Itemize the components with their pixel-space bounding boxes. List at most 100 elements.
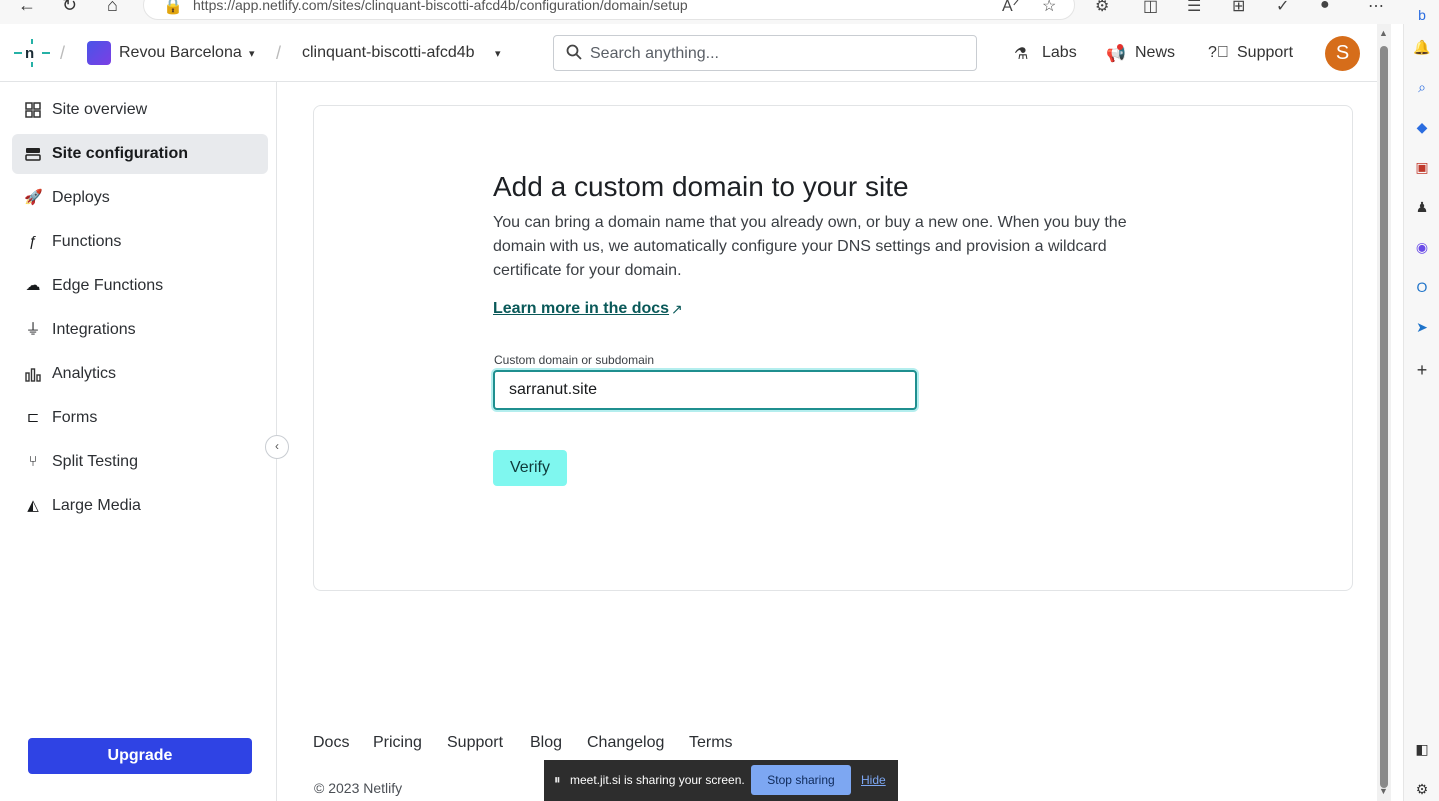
config-icon — [25, 148, 41, 161]
toolbox-icon[interactable]: ▣ — [1411, 156, 1433, 178]
back-icon[interactable]: ← — [18, 0, 36, 16]
help-circle-icon: ?⃝ — [1208, 44, 1229, 61]
sidebar-item-label: Analytics — [52, 365, 117, 382]
collections-icon[interactable]: ⊞ — [1232, 0, 1245, 16]
collapse-sidebar-button[interactable]: ‹ — [265, 435, 289, 459]
search-input[interactable]: Search anything... — [590, 45, 719, 63]
lock-icon: 🔒 — [163, 0, 183, 15]
sidebar-item-site-overview[interactable]: Site overview — [12, 90, 268, 130]
sidebar-toggle-icon[interactable]: ◧ — [1411, 738, 1433, 760]
hide-share-bar-link[interactable]: Hide — [861, 773, 886, 787]
sidebar-item-label: Deploys — [52, 189, 110, 206]
sidebar-item-label: Split Testing — [52, 453, 138, 470]
footer-link-terms[interactable]: Terms — [689, 734, 733, 752]
sidebar-item-integrations[interactable]: ⏚ Integrations — [12, 310, 268, 350]
page-description: You can bring a domain name that you alr… — [493, 214, 1127, 279]
send-icon[interactable]: ➤ — [1411, 316, 1433, 338]
url-text[interactable]: https://app.netlify.com/sites/clinquant-… — [193, 0, 688, 13]
footer-link-blog[interactable]: Blog — [530, 734, 562, 752]
docs-link[interactable]: Learn more in the docs — [493, 300, 669, 318]
search-icon[interactable]: ⌕ — [1411, 76, 1433, 98]
screen-share-bar: ⏸ meet.jit.si is sharing your screen. St… — [544, 760, 898, 801]
plug-icon: ⏚ — [25, 321, 41, 338]
scroll-thumb[interactable] — [1380, 46, 1388, 788]
tag-icon[interactable]: ◆ — [1411, 116, 1433, 138]
site-sidebar: Site overview Site configuration 🚀 Deplo… — [0, 82, 277, 801]
stop-sharing-button[interactable]: Stop sharing — [751, 765, 851, 795]
games-icon[interactable]: ♟ — [1411, 196, 1433, 218]
footer-link-support[interactable]: Support — [447, 734, 503, 752]
netlify-logo-icon[interactable]: n — [14, 39, 50, 67]
site-selector[interactable]: clinquant-biscotti-afcd4b — [302, 44, 475, 62]
chart-icon — [25, 368, 41, 382]
news-link[interactable]: News — [1135, 44, 1175, 62]
labs-link[interactable]: Labs — [1042, 44, 1077, 62]
user-avatar[interactable]: S — [1325, 36, 1360, 71]
home-icon[interactable]: ⌂ — [107, 0, 118, 16]
scrollbar[interactable]: ▲ ▼ — [1377, 24, 1391, 801]
grid-icon — [25, 102, 41, 118]
team-selector[interactable]: Revou Barcelona — [119, 44, 242, 62]
sidebar-item-split-testing[interactable]: ⑂ Split Testing — [12, 442, 268, 482]
add-icon[interactable]: + — [1411, 359, 1433, 381]
support-link[interactable]: Support — [1237, 44, 1293, 62]
domain-input[interactable] — [493, 370, 917, 410]
verify-button[interactable]: Verify — [493, 450, 567, 486]
profile-icon[interactable]: ● — [1320, 0, 1330, 14]
media-icon: ◭ — [27, 497, 39, 514]
copilot-icon[interactable]: b — [1411, 4, 1433, 26]
more-menu-icon[interactable]: ⋯ — [1368, 0, 1384, 16]
svg-text:n: n — [25, 45, 34, 62]
copyright: © 2023 Netlify — [314, 780, 403, 796]
read-aloud-icon[interactable]: Aᐟ — [1002, 0, 1019, 16]
news-notification-dot — [1117, 44, 1123, 50]
footer-link-pricing[interactable]: Pricing — [373, 734, 422, 752]
flask-icon: ⚗ — [1014, 46, 1029, 63]
extensions-icon[interactable]: ⚙ — [1095, 0, 1109, 16]
sidebar-item-label: Edge Functions — [52, 277, 164, 294]
sidebar-item-functions[interactable]: ƒ Functions — [12, 222, 268, 262]
favorites-icon[interactable]: ☰ — [1187, 0, 1201, 16]
sidebar-item-label: Functions — [52, 233, 122, 250]
chevron-down-icon[interactable]: ▾ — [249, 47, 255, 60]
external-link-icon: ↗ — [671, 301, 683, 317]
team-avatar[interactable] — [87, 41, 111, 65]
settings-gear-icon[interactable]: ⚙ — [1411, 778, 1433, 800]
performance-icon[interactable]: ✓ — [1276, 0, 1289, 16]
split-screen-icon[interactable]: ◫ — [1143, 0, 1158, 16]
chevron-left-icon: ‹ — [275, 439, 279, 453]
outlook-icon[interactable]: O — [1411, 276, 1433, 298]
favorite-star-icon[interactable]: ☆ — [1042, 0, 1056, 16]
edge-function-icon: ☁ — [25, 277, 41, 294]
sidebar-item-label: Forms — [52, 409, 98, 426]
reload-icon[interactable]: ↻ — [62, 0, 77, 16]
scroll-down-icon[interactable]: ▼ — [1379, 786, 1388, 796]
chevron-down-icon[interactable]: ▾ — [495, 47, 501, 60]
browser-toolbar: ← ↻ ⌂ 🔒 https://app.netlify.com/sites/cl… — [0, 0, 1439, 24]
search-box[interactable]: Search anything... — [553, 35, 977, 71]
sidebar-item-large-media[interactable]: ◭ Large Media — [12, 486, 268, 526]
page-title: Add a custom domain to your site — [493, 171, 909, 202]
browser-sidebar: b 🔔 ⌕ ◆ ▣ ♟ ◉ O ➤ + ◧ ⚙ — [1403, 7, 1439, 801]
sidebar-item-analytics[interactable]: Analytics — [12, 354, 268, 394]
footer-link-docs[interactable]: Docs — [313, 734, 349, 752]
sidebar-item-deploys[interactable]: 🚀 Deploys — [12, 178, 268, 218]
app-header: n / Revou Barcelona ▾ / clinquant-biscot… — [0, 24, 1377, 82]
sidebar-item-edge-functions[interactable]: ☁ Edge Functions — [12, 266, 268, 306]
scroll-up-icon[interactable]: ▲ — [1379, 28, 1388, 38]
pause-icon: ⏸ — [554, 772, 561, 787]
sidebar-item-site-configuration[interactable]: Site configuration — [12, 134, 268, 174]
domain-field-label: Custom domain or subdomain — [494, 353, 655, 367]
split-icon: ⑂ — [28, 453, 38, 470]
footer-link-changelog[interactable]: Changelog — [587, 734, 664, 752]
sidebar-item-forms[interactable]: ⊏ Forms — [12, 398, 268, 438]
sidebar-item-label: Integrations — [52, 321, 136, 338]
function-icon: ƒ — [28, 233, 38, 250]
office-icon[interactable]: ◉ — [1411, 236, 1433, 258]
bell-icon[interactable]: 🔔 — [1411, 36, 1433, 58]
sidebar-item-label: Site overview — [52, 101, 148, 118]
sidebar-item-label: Large Media — [52, 497, 141, 514]
breadcrumb-separator: / — [276, 43, 282, 63]
upgrade-button[interactable]: Upgrade — [28, 738, 252, 774]
search-icon — [566, 44, 582, 60]
